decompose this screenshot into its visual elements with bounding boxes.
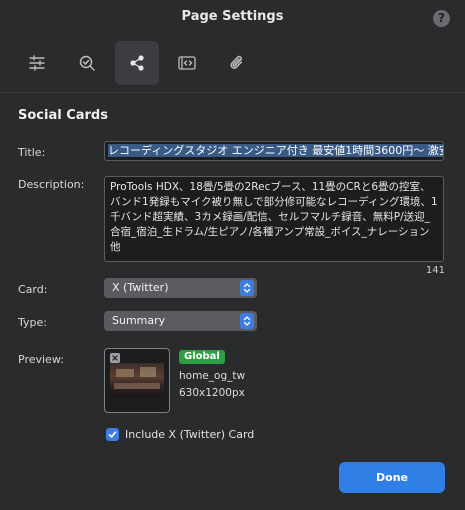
description-label: Description:	[18, 178, 85, 191]
card-select[interactable]: X (Twitter)	[104, 278, 257, 298]
type-select-value: Summary	[112, 314, 166, 327]
card-select-value: X (Twitter)	[112, 281, 169, 294]
paperclip-icon	[230, 55, 243, 69]
remove-image-icon[interactable]	[110, 353, 120, 363]
window-title: Page Settings	[181, 9, 284, 24]
title-field[interactable]: レコーディングスタジオ エンジニア付き 最安値1時間3600円～ 激安	[104, 141, 444, 161]
include-card-checkbox[interactable]	[106, 428, 119, 441]
tab-code[interactable]	[165, 41, 209, 85]
preview-label: Preview:	[18, 353, 64, 366]
global-badge: Global	[179, 350, 225, 364]
chevron-updown-icon	[240, 280, 254, 296]
title-value: レコーディングスタジオ エンジニア付き 最安値1時間3600円～ 激安	[108, 144, 443, 157]
section-title: Social Cards	[18, 108, 108, 123]
type-select[interactable]: Summary	[104, 311, 257, 331]
help-button[interactable]: ?	[433, 10, 450, 27]
sliders-icon	[29, 55, 45, 71]
tab-social[interactable]	[115, 41, 159, 85]
done-button[interactable]: Done	[339, 462, 445, 493]
page-settings-window: Page Settings ? Social Cards Title: レコーデ…	[0, 0, 465, 510]
code-embed-icon	[178, 56, 196, 70]
checkmark-icon	[108, 431, 117, 438]
type-label: Type:	[18, 316, 47, 329]
share-icon	[130, 55, 144, 71]
preview-image-well[interactable]	[104, 348, 170, 413]
tab-general[interactable]	[15, 41, 59, 85]
tab-seo[interactable]	[65, 41, 109, 85]
description-field[interactable]: ProTools HDX、18畳/5畳の2Recブース、11畳のCRと6畳の控室…	[104, 176, 444, 262]
seo-search-icon	[79, 55, 95, 71]
preview-thumbnail	[110, 363, 164, 397]
preview-dimensions: 630x1200px	[179, 387, 245, 399]
preview-filename: home_og_tw	[179, 370, 246, 382]
card-label: Card:	[18, 283, 48, 296]
title-label: Title:	[18, 146, 46, 159]
include-card-label[interactable]: Include X (Twitter) Card	[125, 428, 254, 441]
tab-attachments[interactable]	[215, 41, 259, 85]
chevron-updown-icon	[240, 313, 254, 329]
settings-toolbar	[0, 34, 465, 93]
character-count: 141	[425, 265, 445, 276]
